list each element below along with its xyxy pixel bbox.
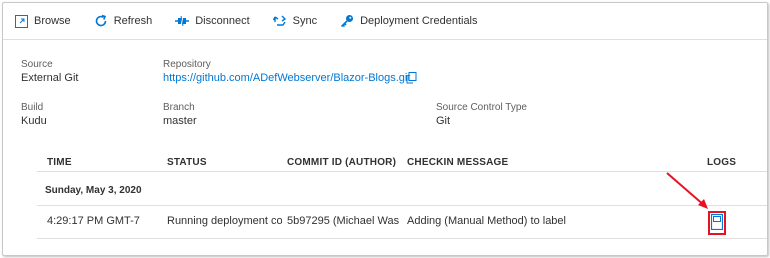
repository-link[interactable]: https://github.com/ADefWebserver/Blazor-… — [163, 72, 410, 84]
refresh-button[interactable]: Refresh — [93, 9, 153, 33]
header-status: STATUS — [167, 157, 207, 168]
toolbar: Browse Refresh Disconnect Sync Deploymen… — [3, 3, 767, 40]
source-control-type-value: Git — [436, 115, 451, 127]
sync-label: Sync — [292, 15, 318, 27]
source-value: External Git — [21, 72, 79, 84]
browse-button[interactable]: Browse — [13, 9, 71, 33]
header-checkin-message: CHECKIN MESSAGE — [407, 157, 509, 168]
sync-icon — [272, 13, 288, 29]
annotation-arrow — [666, 172, 708, 209]
date-group-header: Sunday, May 3, 2020 — [45, 185, 142, 196]
sync-button[interactable]: Sync — [272, 9, 317, 33]
refresh-icon — [93, 13, 109, 29]
repository-label: Repository — [163, 59, 211, 70]
cell-message: Adding (Manual Method) to label — [407, 215, 566, 227]
source-label: Source — [21, 59, 53, 70]
disconnect-label: Disconnect — [195, 15, 250, 27]
refresh-label: Refresh — [113, 15, 153, 27]
row-divider — [37, 238, 767, 239]
branch-label: Branch — [163, 102, 195, 113]
header-logs: LOGS — [707, 157, 737, 168]
header-time: TIME — [47, 157, 72, 168]
browse-icon — [13, 13, 29, 29]
cell-time: 4:29:17 PM GMT-7 — [47, 215, 140, 227]
cell-commit: 5b97295 (Michael Washing — [287, 215, 399, 227]
deployment-credentials-button[interactable]: Deployment Credentials — [339, 9, 478, 33]
copy-icon[interactable] — [406, 72, 418, 84]
disconnect-icon — [174, 13, 190, 29]
source-control-type-label: Source Control Type — [436, 102, 527, 113]
build-label: Build — [21, 102, 44, 113]
cell-status: Running deployment com — [167, 215, 282, 227]
disconnect-button[interactable]: Disconnect — [174, 9, 250, 33]
deployment-center-panel: Browse Refresh Disconnect Sync Deploymen… — [2, 2, 768, 256]
header-commit-id: COMMIT ID (AUTHOR) — [287, 157, 397, 168]
browse-label: Browse — [34, 15, 71, 27]
key-icon — [339, 13, 355, 29]
deployment-credentials-label: Deployment Credentials — [360, 15, 478, 27]
log-icon[interactable] — [710, 213, 724, 231]
build-value: Kudu — [21, 115, 47, 127]
branch-value: master — [163, 115, 197, 127]
